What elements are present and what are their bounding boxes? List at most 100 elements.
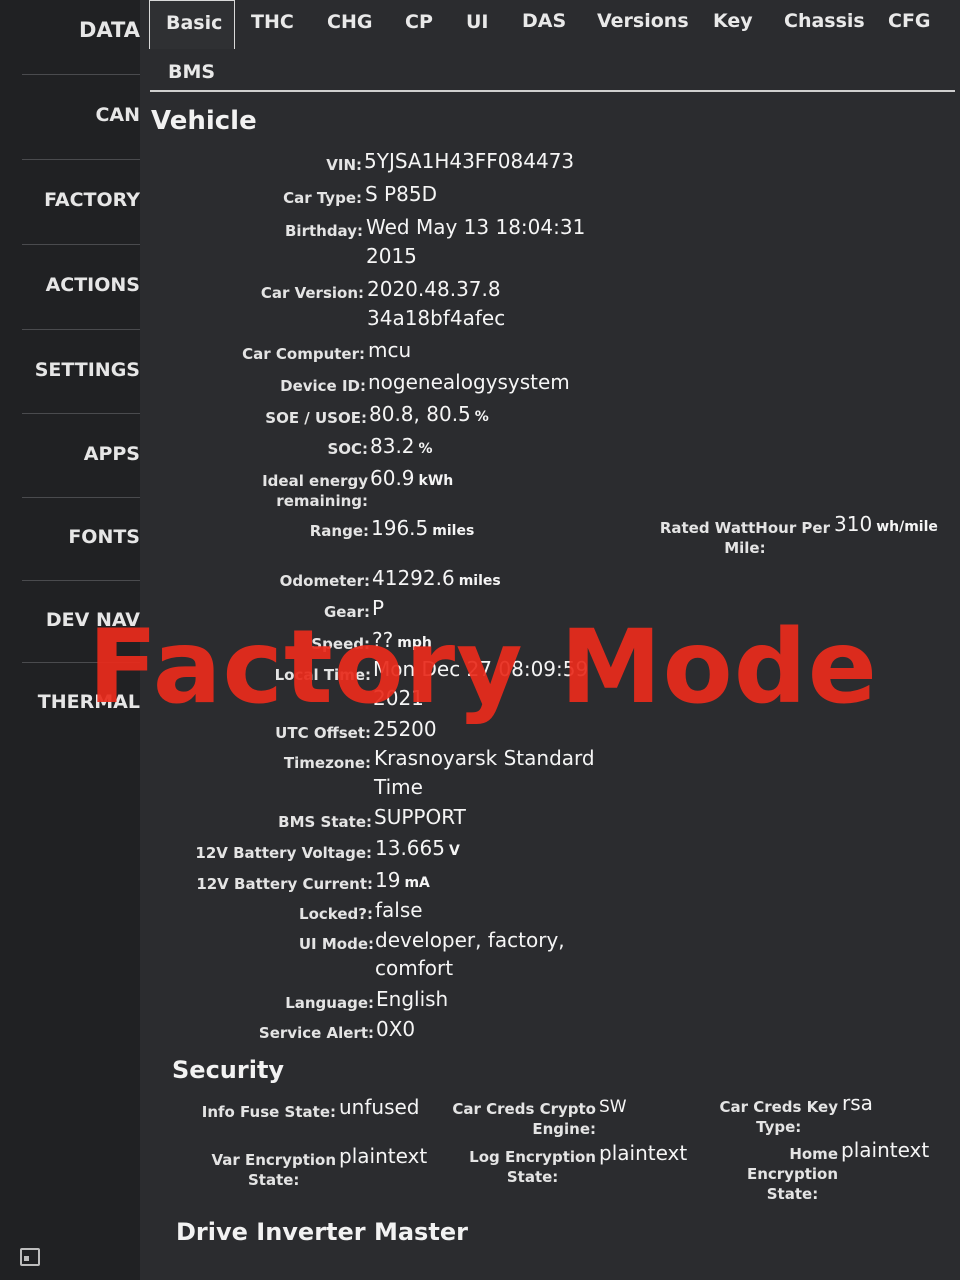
tab-chg[interactable]: CHG (327, 11, 372, 33)
home-enc-label-line1: Home (789, 1145, 838, 1163)
section-title-vehicle: Vehicle (151, 106, 257, 136)
soc-label: SOC: (327, 440, 368, 458)
sidebar-item-apps[interactable]: APPS (84, 443, 140, 465)
home-enc-label-line3: State: (766, 1185, 819, 1203)
sidebar-item-fonts[interactable]: FONTS (68, 526, 140, 548)
local-time-value: Mon Dec 27 08:09:59 (373, 657, 589, 681)
log-enc-value: plaintext (599, 1141, 688, 1165)
range-number: 196.5 (371, 516, 429, 540)
tab-thc[interactable]: THC (251, 11, 294, 33)
sidebar-divider (22, 159, 142, 160)
range-value: 196.5 miles (371, 514, 474, 546)
battery-current-value: 19 mA (375, 866, 430, 898)
var-enc-label: Var Encryption State: (211, 1150, 336, 1190)
bms-state-label: BMS State: (278, 813, 372, 831)
tab-ui[interactable]: UI (466, 11, 489, 33)
ideal-energy-number: 60.9 (370, 466, 415, 490)
ui-mode-label: UI Mode: (298, 935, 374, 953)
battery-current-label: 12V Battery Current: (196, 875, 373, 893)
var-enc-value: plaintext (339, 1144, 428, 1168)
locked-value: false (375, 898, 423, 922)
soe-number: 80.8, 80.5 (369, 402, 471, 426)
car-computer-label: Car Computer: (242, 345, 365, 363)
tab-versions[interactable]: Versions (597, 10, 689, 32)
utc-offset-label: UTC Offset: (275, 724, 371, 742)
language-value: English (376, 987, 449, 1011)
ideal-energy-label: Ideal energy remaining: (262, 471, 368, 511)
language-label: Language: (285, 994, 374, 1012)
key-type-label: Car Creds Key Type: (719, 1097, 838, 1137)
car-type-value: S P85D (365, 182, 437, 206)
tab-chassis[interactable]: Chassis (784, 10, 865, 32)
range-unit: miles (432, 523, 475, 539)
sidebar-item-can[interactable]: CAN (95, 104, 140, 126)
sidebar-item-thermal[interactable]: THERMAL (38, 691, 140, 713)
tab-basic[interactable]: Basic (166, 12, 222, 34)
tab-bar-divider (150, 90, 955, 92)
tab-bms[interactable]: BMS (168, 61, 215, 83)
sidebar-item-actions[interactable]: ACTIONS (46, 274, 140, 296)
rated-wh-value: 310 wh/mile (834, 510, 938, 542)
timezone-value: Krasnoyarsk Standard (374, 746, 595, 770)
battery-voltage-unit: V (448, 843, 460, 859)
birthday-value-year: 2015 (366, 244, 417, 268)
tab-cp[interactable]: CP (405, 11, 433, 33)
ideal-energy-label-line1: Ideal energy (262, 472, 368, 490)
section-title-security: Security (172, 1056, 285, 1084)
soc-unit: % (418, 441, 433, 457)
device-id-value: nogenealogysystem (368, 370, 570, 394)
sidebar-item-settings[interactable]: SETTINGS (35, 359, 140, 381)
log-enc-label-line2: State: (506, 1168, 559, 1186)
odometer-number: 41292.6 (372, 566, 455, 590)
info-fuse-value: unfused (339, 1095, 420, 1119)
speed-label: Speed: (311, 635, 370, 653)
home-enc-label-line2: Encryption (746, 1165, 838, 1183)
sidebar-item-data[interactable]: DATA (79, 18, 140, 42)
ideal-energy-value: 60.9 kWh (370, 464, 453, 496)
crypto-engine-label-line2: Engine: (532, 1120, 596, 1138)
range-label: Range: (309, 522, 369, 540)
battery-voltage-value: 13.665 V (375, 834, 460, 866)
ideal-energy-label-line2: remaining: (276, 492, 368, 510)
speed-number: ?? (372, 628, 394, 652)
tab-key[interactable]: Key (713, 10, 753, 32)
info-fuse-label: Info Fuse State: (201, 1103, 336, 1121)
soc-value: 83.2% (370, 432, 433, 464)
car-computer-value: mcu (368, 338, 412, 362)
sidebar-divider (22, 74, 142, 75)
sidebar-item-factory[interactable]: FACTORY (44, 189, 140, 211)
gear-value: P (372, 596, 385, 620)
home-enc-value: plaintext (841, 1138, 930, 1162)
odometer-unit: miles (458, 573, 501, 589)
tab-cfg[interactable]: CFG (888, 10, 931, 32)
var-enc-label-line1: Var Encryption (211, 1151, 336, 1169)
battery-current-number: 19 (375, 868, 401, 892)
section-title-drive-inverter: Drive Inverter Master (176, 1218, 468, 1246)
service-alert-value: 0X0 (376, 1017, 416, 1041)
utc-offset-value: 25200 (373, 717, 437, 741)
main-panel (140, 0, 960, 1280)
odometer-label: Odometer: (279, 572, 370, 590)
rated-wh-label-line1: Rated WattHour Per (659, 519, 830, 537)
gear-label: Gear: (323, 603, 370, 621)
key-type-label-line2: Type: (756, 1118, 802, 1136)
sidebar-divider (22, 580, 142, 581)
ideal-energy-unit: kWh (418, 473, 454, 489)
car-type-label: Car Type: (283, 189, 362, 207)
battery-voltage-label: 12V Battery Voltage: (195, 844, 372, 862)
timezone-label: Timezone: (283, 754, 371, 772)
bms-state-value: SUPPORT (374, 805, 466, 829)
rated-wh-unit: wh/mile (876, 519, 938, 535)
window-toggle-icon[interactable] (20, 1248, 40, 1266)
battery-current-unit: mA (404, 875, 430, 891)
crypto-engine-label-line1: Car Creds Crypto (452, 1100, 596, 1118)
tab-das[interactable]: DAS (522, 10, 566, 32)
device-id-label: Device ID: (280, 377, 366, 395)
rated-wh-number: 310 (834, 512, 873, 536)
vin-label: VIN: (326, 156, 362, 174)
crypto-engine-value: SW (599, 1097, 627, 1117)
battery-voltage-number: 13.665 (375, 836, 445, 860)
car-version-label: Car Version: (260, 284, 364, 302)
sidebar-item-dev-nav[interactable]: DEV NAV (46, 609, 140, 631)
key-type-value: rsa (842, 1091, 873, 1115)
